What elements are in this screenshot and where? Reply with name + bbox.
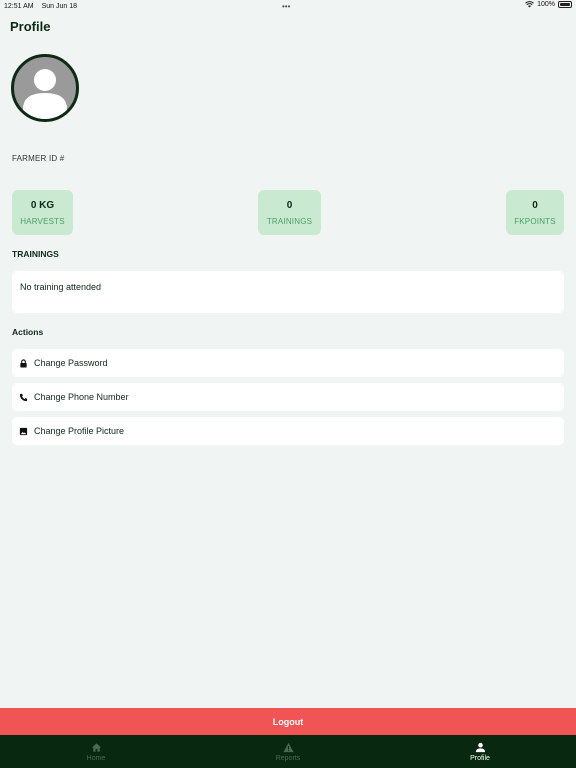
tab-profile[interactable]: Profile: [384, 735, 576, 768]
battery-percent: 100%: [537, 1, 555, 8]
status-time: 12:51 AM: [4, 2, 34, 10]
tab-label: Profile: [470, 754, 490, 762]
trainings-section-title: TRAININGS: [12, 249, 59, 259]
battery-icon: [558, 1, 572, 8]
person-icon: [475, 742, 485, 752]
status-date: Sun Jun 18: [41, 2, 77, 10]
stat-label: HARVESTS: [20, 216, 65, 226]
image-icon: [19, 427, 28, 436]
wifi-icon: [525, 1, 534, 8]
status-bar: 12:51 AM Sun Jun 18 ••• 100%: [0, 0, 576, 12]
stat-label: FKPOINTS: [514, 216, 556, 226]
lock-icon: [19, 358, 28, 368]
tab-reports[interactable]: Reports: [192, 735, 384, 768]
multitasking-dots-icon[interactable]: •••: [282, 2, 290, 11]
avatar[interactable]: [11, 54, 79, 122]
stat-value: 0: [532, 199, 538, 211]
no-trainings-text: No training attended: [20, 282, 102, 292]
phone-icon: [19, 393, 28, 402]
stat-trainings: 0 TRAININGS: [258, 190, 321, 235]
action-label: Change Password: [34, 358, 108, 368]
stat-label: TRAININGS: [266, 216, 313, 226]
change-password-button[interactable]: Change Password: [12, 349, 564, 377]
stat-harvests: 0 KG HARVESTS: [12, 190, 73, 235]
change-profile-picture-button[interactable]: Change Profile Picture: [12, 417, 564, 445]
action-label: Change Phone Number: [34, 392, 129, 402]
stat-fkpoints: 0 FKPOINTS: [506, 190, 564, 235]
tab-label: Reports: [275, 754, 301, 762]
home-icon: [91, 742, 101, 752]
tab-label: Home: [86, 754, 106, 762]
farmer-id-label: FARMER ID #: [12, 154, 65, 163]
tab-home[interactable]: Home: [0, 735, 192, 768]
logout-button[interactable]: Logout: [0, 708, 576, 735]
person-placeholder-icon: [23, 69, 67, 119]
actions-section-title: Actions: [12, 327, 44, 337]
page-title: Profile: [10, 19, 51, 34]
bottom-tab-bar: Home Reports Profile: [0, 735, 576, 768]
warning-icon: [282, 742, 294, 752]
action-label: Change Profile Picture: [34, 426, 125, 436]
stat-value: 0: [286, 199, 293, 211]
change-phone-number-button[interactable]: Change Phone Number: [12, 383, 564, 411]
trainings-card: No training attended: [12, 271, 564, 313]
stat-value: 0 KG: [30, 199, 55, 211]
